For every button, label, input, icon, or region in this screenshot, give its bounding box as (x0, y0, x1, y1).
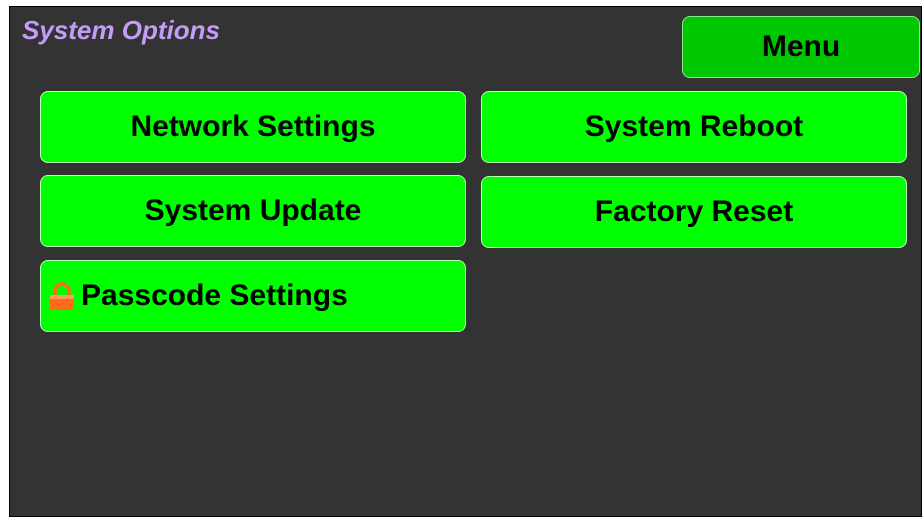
system-update-button[interactable]: System Update (40, 175, 466, 247)
passcode-settings-label: Passcode Settings (81, 279, 348, 312)
system-update-label: System Update (144, 194, 362, 227)
factory-reset-button[interactable]: Factory Reset (481, 176, 907, 248)
page-title: System Options (22, 15, 220, 45)
network-settings-label: Network Settings (130, 110, 376, 143)
menu-button-label: Menu (761, 30, 841, 63)
system-reboot-button[interactable]: System Reboot (481, 91, 907, 163)
network-settings-button[interactable]: Network Settings (40, 91, 466, 163)
system-reboot-label: System Reboot (584, 110, 804, 143)
system-options-screen: System Options Menu Network Settings Sys… (9, 6, 922, 517)
passcode-settings-button[interactable]: Passcode Settings (40, 260, 466, 332)
lock-icon (47, 281, 77, 313)
factory-reset-label: Factory Reset (594, 195, 794, 228)
menu-button[interactable]: Menu (682, 16, 920, 78)
